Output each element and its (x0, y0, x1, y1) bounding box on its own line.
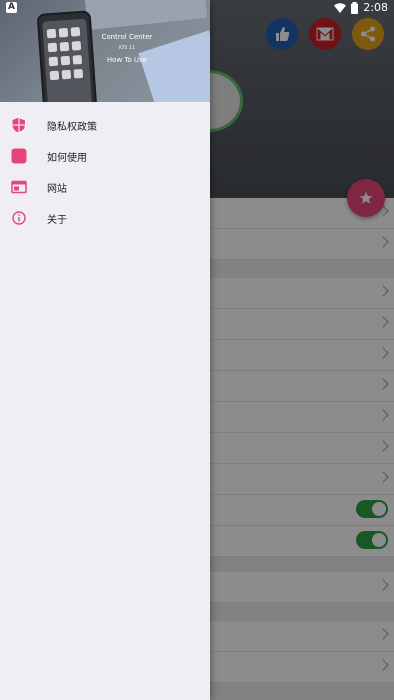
menu-item-label: 隐私权政策 (47, 122, 97, 133)
shield-icon (11, 117, 27, 133)
menu-item-privacy-policy[interactable]: 隐私权政策 (0, 110, 210, 141)
battery-icon (351, 1, 359, 14)
drawer-menu: 隐私权政策 如何使用 网站 关于 (0, 110, 210, 234)
promo-subtitle: iOS 11 (118, 45, 136, 51)
promo-title: Control Center (101, 33, 153, 41)
notification-icon: A (6, 2, 17, 13)
navigation-drawer: Control Center iOS 11 How To Use 隐私权政策 如… (0, 0, 210, 700)
menu-item-how-to-use[interactable]: 如何使用 (0, 141, 210, 172)
phone-graphic (36, 10, 98, 102)
app-screen: A 2:08 Control Center iOS 11 How To Use … (0, 0, 394, 700)
menu-item-label: 网站 (47, 184, 67, 195)
info-icon (11, 210, 27, 226)
status-bar: A 2:08 (0, 0, 394, 16)
menu-item-about[interactable]: 关于 (0, 203, 210, 234)
status-icons: 2:08 (334, 1, 388, 14)
wifi-icon (334, 2, 347, 13)
promo-caption: How To Use (106, 56, 148, 64)
menu-item-website[interactable]: 网站 (0, 172, 210, 203)
square-icon (11, 148, 27, 164)
menu-item-label: 如何使用 (47, 153, 87, 164)
promo-text: Control Center iOS 11 How To Use (96, 33, 158, 64)
website-icon (11, 179, 27, 195)
menu-item-label: 关于 (47, 215, 67, 226)
clock: 2:08 (363, 1, 388, 14)
